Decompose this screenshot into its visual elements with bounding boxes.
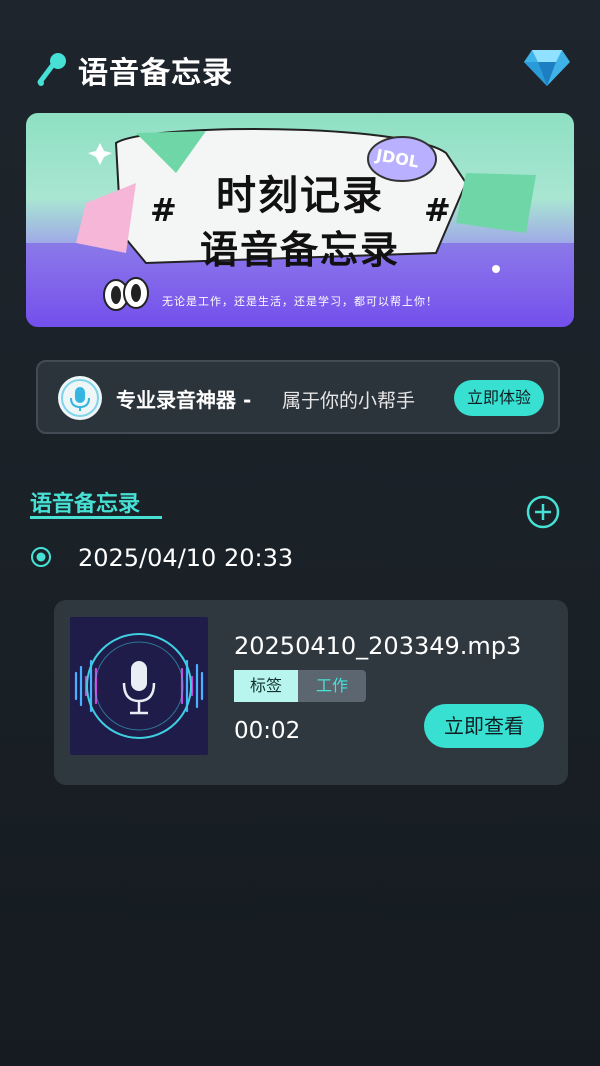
mic-person-icon (37, 53, 66, 86)
app-title: 语音备忘录 (78, 56, 233, 91)
section-title: 语音备忘录 (30, 492, 141, 517)
banner-headline: 时刻记录 (216, 173, 384, 219)
banner-subheadline: 语音备忘录 (199, 228, 400, 272)
banner-tagline: 无论是工作，还是生活，还是学习，都可以帮上你！ (162, 295, 438, 308)
diamond-icon[interactable] (524, 44, 570, 88)
promo-subtitle: 属于你的小帮手 (282, 390, 416, 412)
recording-card[interactable]: 20250410_203349.mp3 标签 工作 00:02 立即查看 (54, 600, 568, 785)
recording-file-name: 20250410_203349.mp3 (234, 632, 522, 660)
recording-duration: 00:02 (234, 718, 301, 744)
recording-thumbnail (70, 617, 208, 755)
promo-title: 专业录音神器 - (116, 388, 252, 412)
entry-date: 2025/04/10 20:33 (78, 544, 294, 572)
timeline-dot-icon (31, 547, 51, 567)
app-header: 语音备忘录 (30, 44, 570, 94)
tag-value: 工作 (298, 670, 366, 702)
tag-label: 标签 (234, 670, 298, 702)
view-now-button[interactable]: 立即查看 (424, 704, 544, 748)
recorder-promo[interactable]: 专业录音神器 - 属于你的小帮手 立即体验 (36, 360, 560, 434)
microphone-icon (58, 376, 102, 420)
try-now-button[interactable]: 立即体验 (454, 380, 544, 416)
entry-date-row: 2025/04/10 20:33 (30, 540, 430, 580)
plus-circle-icon[interactable] (526, 495, 560, 529)
section-underline (30, 516, 162, 519)
promo-banner[interactable]: # # JDOL 时刻记录 语音备忘录 无论是工作，还是生活，还是学习，都可以帮… (26, 113, 574, 327)
